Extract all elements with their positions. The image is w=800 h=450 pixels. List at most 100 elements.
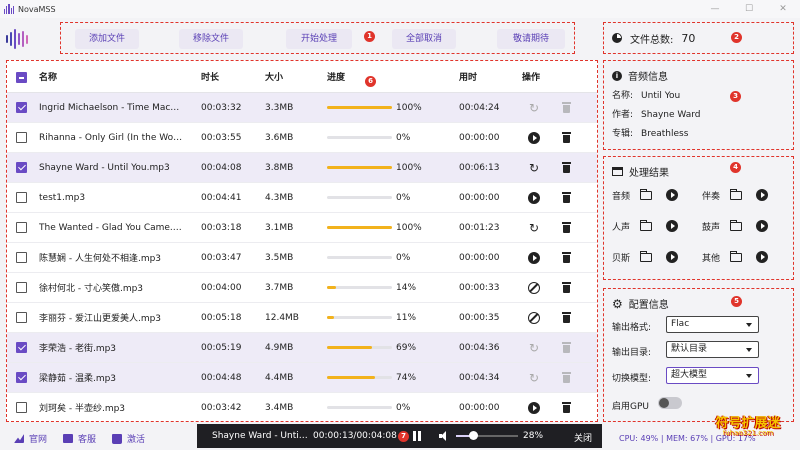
- table-row[interactable]: 梁静茹 - 温柔.mp3 00:04:48 4.4MB 74% 00:04:34 ↻: [7, 363, 597, 393]
- folder-icon[interactable]: [729, 219, 742, 231]
- table-row[interactable]: 李丽芬 - 爱江山更爱美人.mp3 00:05:18 12.4MB 11% 00:00:…: [7, 303, 597, 333]
- folder-icon[interactable]: [729, 188, 742, 200]
- file-name: 李丽芬 - 爱江山更爱美人.mp3: [39, 314, 162, 324]
- trash-icon: [561, 222, 571, 233]
- trash-icon: [561, 372, 571, 383]
- row-action-button[interactable]: [527, 131, 541, 145]
- table-row[interactable]: test1.mp3 00:04:41 4.3MB 0% 00:00:00: [7, 183, 597, 213]
- table-row[interactable]: The Wanted - Glad You Came.… 00:03:18 3.1M…: [7, 213, 597, 243]
- volume-slider[interactable]: [456, 435, 518, 437]
- table-row[interactable]: Shayne Ward - Until You.mp3 00:04:08 3.8MB…: [7, 153, 597, 183]
- title-bar: NovaMSS — ☐ ✕: [0, 0, 800, 18]
- output-dir-select[interactable]: 默认目录: [666, 341, 759, 358]
- table-row[interactable]: Ingrid Michaelson - Time Mac… 00:03:32 3.3…: [7, 93, 597, 123]
- delete-button[interactable]: [559, 221, 573, 235]
- folder-icon[interactable]: [729, 250, 742, 262]
- row-checkbox[interactable]: [16, 312, 27, 323]
- player-time: 00:00:13/00:04:08: [313, 431, 397, 441]
- folder-icon[interactable]: [639, 188, 652, 200]
- close-window-button[interactable]: ✕: [766, 0, 800, 18]
- model-select[interactable]: 超大模型: [666, 367, 759, 384]
- table-row[interactable]: 刘珂矣 - 半壶纱.mp3 00:03:42 3.4MB 0% 00:00:00: [7, 393, 597, 421]
- toolbar: 添加文件 移除文件 开始处理 全部取消 敬请期待: [60, 22, 575, 54]
- row-action-button[interactable]: [527, 401, 541, 415]
- audio-artist-value: Shayne Ward: [641, 110, 701, 120]
- maximize-button[interactable]: ☐: [732, 0, 766, 18]
- row-checkbox[interactable]: [16, 372, 27, 383]
- output-format-select[interactable]: Flac: [666, 316, 759, 333]
- gpu-toggle[interactable]: [658, 397, 682, 409]
- row-checkbox[interactable]: [16, 342, 27, 353]
- row-action-button[interactable]: [527, 311, 541, 325]
- activate-link[interactable]: 激活: [112, 432, 145, 445]
- file-name: test1.mp3: [39, 192, 86, 203]
- add-files-button[interactable]: 添加文件: [75, 29, 139, 49]
- delete-button[interactable]: [559, 251, 573, 265]
- row-checkbox[interactable]: [16, 252, 27, 263]
- table-row[interactable]: 李荣浩 - 老街.mp3 00:05:19 4.9MB 69% 00:04:36 ↻: [7, 333, 597, 363]
- audio-album-value: Breathless: [641, 129, 689, 139]
- row-action-button[interactable]: ↻: [527, 221, 541, 235]
- delete-button[interactable]: [559, 311, 573, 325]
- progress-bar: [327, 166, 392, 169]
- audio-name-value: Until You: [641, 91, 681, 101]
- row-action-button[interactable]: [527, 281, 541, 295]
- delete-button[interactable]: [559, 161, 573, 175]
- start-processing-button[interactable]: 开始处理: [286, 29, 352, 49]
- watermark-url: fuhao321.com: [722, 429, 774, 437]
- progress-bar: [327, 376, 392, 379]
- row-action-button[interactable]: ↻: [527, 161, 541, 175]
- volume-icon[interactable]: [439, 431, 449, 441]
- table-row[interactable]: Rihanna - Only Girl (In the Wo… 00:03:55 3…: [7, 123, 597, 153]
- player-close-button[interactable]: 关闭: [574, 431, 592, 444]
- progress-bar: [327, 346, 392, 349]
- file-name: 刘珂矣 - 半壶纱.mp3: [39, 404, 126, 414]
- row-action-button[interactable]: [527, 191, 541, 205]
- table-row[interactable]: 陈慧娴 - 人生何处不相逢.mp3 00:03:47 3.5MB 0% 00:00:00: [7, 243, 597, 273]
- chevron-down-icon: [746, 323, 752, 327]
- delete-button[interactable]: [559, 131, 573, 145]
- play-icon[interactable]: [666, 189, 678, 201]
- info-icon: i: [612, 70, 622, 81]
- progress-percent: 100%: [396, 222, 422, 233]
- progress-bar-fill: [327, 346, 372, 349]
- website-link[interactable]: 官网: [14, 432, 47, 445]
- play-icon[interactable]: [666, 220, 678, 232]
- row-checkbox[interactable]: [16, 102, 27, 113]
- delete-button[interactable]: [559, 191, 573, 205]
- delete-button[interactable]: [559, 401, 573, 415]
- result-label: 鼓声: [702, 222, 721, 233]
- row-checkbox[interactable]: [16, 132, 27, 143]
- remove-files-button[interactable]: 移除文件: [179, 29, 243, 49]
- elapsed-time: 00:00:35: [459, 312, 500, 323]
- select-all-checkbox[interactable]: [16, 72, 27, 83]
- folder-icon[interactable]: [639, 250, 652, 262]
- play-icon[interactable]: [756, 220, 768, 232]
- minimize-button[interactable]: —: [698, 0, 732, 18]
- file-duration: 00:03:55: [201, 132, 242, 143]
- result-item: 伴奏: [702, 183, 788, 207]
- play-icon[interactable]: [756, 189, 768, 201]
- support-link[interactable]: 客服: [63, 432, 96, 445]
- delete-button[interactable]: [559, 281, 573, 295]
- output-format-value: Flac: [671, 319, 690, 329]
- coming-soon-button[interactable]: 敬请期待: [497, 29, 565, 49]
- folder-icon[interactable]: [639, 219, 652, 231]
- annotation-marker-5: 5: [731, 296, 742, 307]
- row-checkbox[interactable]: [16, 162, 27, 173]
- row-checkbox[interactable]: [16, 192, 27, 203]
- file-name: 徐村何北 - 寸心笑傲.mp3: [39, 284, 144, 294]
- row-checkbox[interactable]: [16, 282, 27, 293]
- result-item: 其他: [702, 245, 788, 269]
- progress-bar-fill: [327, 316, 335, 319]
- play-icon[interactable]: [756, 251, 768, 263]
- cancel-all-button[interactable]: 全部取消: [392, 29, 456, 49]
- row-checkbox[interactable]: [16, 402, 27, 413]
- pause-icon[interactable]: [413, 431, 421, 441]
- volume-slider-handle[interactable]: [468, 431, 478, 440]
- play-icon[interactable]: [666, 251, 678, 263]
- row-checkbox[interactable]: [16, 222, 27, 233]
- table-row[interactable]: 徐村何北 - 寸心笑傲.mp3 00:04:00 3.7MB 14% 00:00:33: [7, 273, 597, 303]
- file-duration: 00:05:19: [201, 342, 242, 353]
- row-action-button[interactable]: [527, 251, 541, 265]
